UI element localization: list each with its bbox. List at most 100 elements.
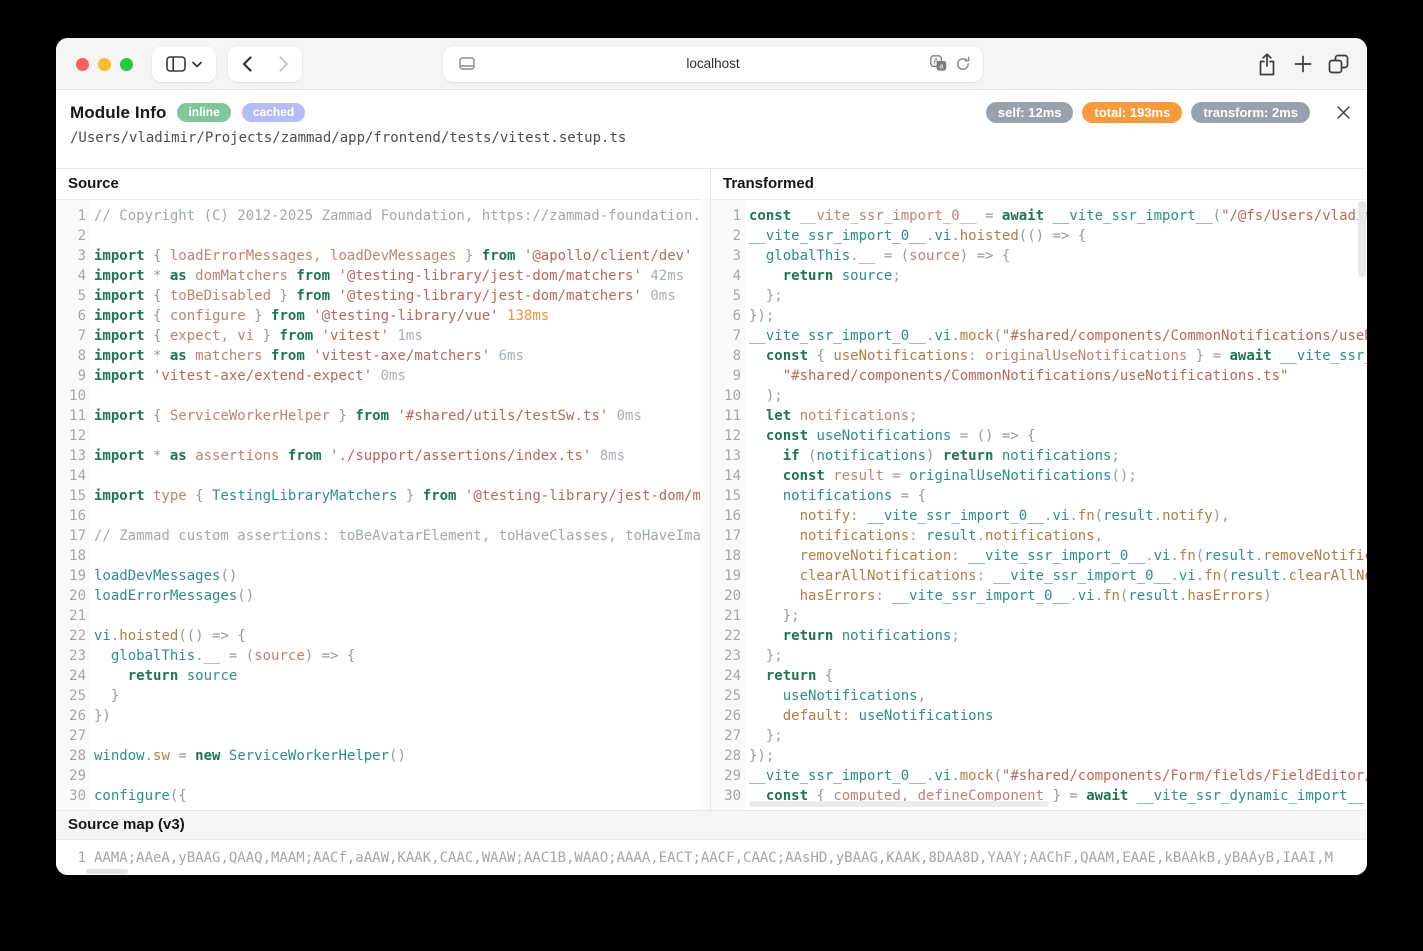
code-line: 13import * as assertions from './support… (56, 446, 710, 466)
chevron-down-icon (192, 61, 202, 68)
navigation-buttons (228, 46, 302, 82)
module-file-path: /Users/vladimir/Projects/zammad/app/fron… (70, 130, 1353, 146)
window-controls[interactable] (76, 58, 133, 71)
code-line: 16 notify: __vite_ssr_import_0__.vi.fn(r… (711, 506, 1367, 526)
code-line: 20loadErrorMessages() (56, 586, 710, 606)
code-line: 1// Copyright (C) 2012-2025 Zammad Found… (56, 206, 710, 226)
url-text: localhost (443, 46, 983, 82)
transformed-horizontal-scrollbar[interactable] (749, 801, 1049, 807)
share-icon[interactable] (1253, 52, 1281, 76)
code-line: 15 notifications = { (711, 486, 1367, 506)
code-line: 29__vite_ssr_import_0__.vi.mock("#shared… (711, 766, 1367, 786)
code-line: 22 return notifications; (711, 626, 1367, 646)
sourcemap-mappings: AAMA;AAeA,yBAAG,QAAQ,MAAM;AACf,aAAW,KAAK… (94, 848, 1333, 875)
code-line: 21 (56, 606, 710, 626)
sourcemap-horizontal-scrollbar[interactable] (86, 869, 128, 874)
code-line: 25 } (56, 686, 710, 706)
address-bar[interactable]: localhost A a (443, 46, 983, 82)
code-line: 12 const useNotifications = () => { (711, 426, 1367, 446)
code-line: 7__vite_ssr_import_0__.vi.mock("#shared/… (711, 326, 1367, 346)
code-line: 1const __vite_ssr_import_0__ = await __v… (711, 206, 1367, 226)
transformed-code[interactable]: 1const __vite_ssr_import_0__ = await __v… (711, 200, 1367, 810)
code-line: 17 notifications: result.notifications, (711, 526, 1367, 546)
forward-button[interactable] (265, 46, 302, 82)
translate-icon[interactable]: A a (930, 55, 947, 72)
code-line: 20 hasErrors: __vite_ssr_import_0__.vi.f… (711, 586, 1367, 606)
code-line: 12 (56, 426, 710, 446)
desktop-background: localhost A a (0, 0, 1423, 951)
sourcemap-title: Source map (v3) (56, 811, 1367, 840)
source-code[interactable]: 1// Copyright (C) 2012-2025 Zammad Found… (56, 200, 710, 810)
code-line: 9 "#shared/components/CommonNotification… (711, 366, 1367, 386)
code-line: 26 default: useNotifications (711, 706, 1367, 726)
code-line: 25 useNotifications, (711, 686, 1367, 706)
source-panel: Source 1// Copyright (C) 2012-2025 Zamma… (56, 169, 711, 810)
code-line: 29 (56, 766, 710, 786)
code-line: 23 }; (711, 646, 1367, 666)
code-line: 15import type { TestingLibraryMatchers }… (56, 486, 710, 506)
back-button[interactable] (228, 46, 265, 82)
safari-window: localhost A a (56, 38, 1367, 875)
transformed-vertical-scrollbar[interactable] (1358, 201, 1366, 277)
code-line: 19 clearAllNotifications: __vite_ssr_imp… (711, 566, 1367, 586)
code-line: 5import { toBeDisabled } from '@testing-… (56, 286, 710, 306)
tab-overview-icon[interactable] (1324, 52, 1352, 76)
timing-badges: self: 12ms total: 193ms transform: 2ms (977, 102, 1310, 123)
reload-icon[interactable] (955, 56, 971, 72)
sidebar-toggle-button[interactable] (152, 46, 216, 82)
close-window-button[interactable] (76, 58, 89, 71)
code-line: 17// Zammad custom assertions: toBeAvata… (56, 526, 710, 546)
code-line: 10 (56, 386, 710, 406)
code-line: 21 }; (711, 606, 1367, 626)
minimize-window-button[interactable] (98, 58, 111, 71)
timing-badge: self: 12ms (986, 102, 1074, 123)
timing-badge: transform: 2ms (1191, 102, 1310, 123)
code-line: 4 return source; (711, 266, 1367, 286)
sourcemap-section: Source map (v3) 1 AAMA;AAeA,yBAAG,QAAQ,M… (56, 810, 1367, 875)
transformed-panel-title: Transformed (711, 169, 1367, 200)
code-line: 3 globalThis.__ = (source) => { (711, 246, 1367, 266)
close-icon[interactable] (1336, 105, 1351, 120)
new-tab-icon[interactable] (1289, 52, 1317, 76)
code-line: 26}) (56, 706, 710, 726)
code-line: 13 if (notifications) return notificatio… (711, 446, 1367, 466)
code-line: 2 (56, 226, 710, 246)
page-title: Module Info (70, 103, 166, 123)
code-line: 8import * as matchers from 'vitest-axe/m… (56, 346, 710, 366)
code-line: 24 return { (711, 666, 1367, 686)
module-badge: inline (177, 103, 230, 122)
code-line: 18 removeNotification: __vite_ssr_import… (711, 546, 1367, 566)
code-line: 16 (56, 506, 710, 526)
source-scrollbar-track[interactable] (700, 199, 710, 810)
code-line: 3import { loadErrorMessages, loadDevMess… (56, 246, 710, 266)
code-panels: Source 1// Copyright (C) 2012-2025 Zamma… (56, 168, 1367, 810)
code-line: 23 globalThis.__ = (source) => { (56, 646, 710, 666)
zoom-window-button[interactable] (120, 58, 133, 71)
sidebar-icon (166, 56, 186, 72)
browser-toolbar: localhost A a (56, 38, 1367, 90)
code-line: 6}); (711, 306, 1367, 326)
code-line: 19loadDevMessages() (56, 566, 710, 586)
sourcemap-line-number: 1 (56, 848, 86, 875)
code-line: 18 (56, 546, 710, 566)
module-badge: cached (242, 103, 305, 122)
transformed-panel: Transformed 1const __vite_ssr_import_0__… (711, 169, 1367, 810)
module-badges: inline cached (166, 103, 305, 122)
module-header: Module Info inline cached self: 12ms total… (56, 90, 1367, 168)
code-line: 11import { ServiceWorkerHelper } from '#… (56, 406, 710, 426)
code-line: 14 const result = originalUseNotificatio… (711, 466, 1367, 486)
code-line: 2__vite_ssr_import_0__.vi.hoisted(() => … (711, 226, 1367, 246)
code-line: 27 }; (711, 726, 1367, 746)
code-line: 6import { configure } from '@testing-lib… (56, 306, 710, 326)
code-line: 9import 'vitest-axe/extend-expect' 0ms (56, 366, 710, 386)
code-line: 10 ); (711, 386, 1367, 406)
timing-badge: total: 193ms (1082, 102, 1182, 123)
sourcemap-line[interactable]: 1 AAMA;AAeA,yBAAG,QAAQ,MAAM;AACf,aAAW,KA… (56, 840, 1367, 875)
code-line: 11 let notifications; (711, 406, 1367, 426)
vite-inspect-page: Module Info inline cached self: 12ms total… (56, 90, 1367, 875)
code-line: 24 return source (56, 666, 710, 686)
code-line: 28}); (711, 746, 1367, 766)
code-line: 14 (56, 466, 710, 486)
code-line: 27 (56, 726, 710, 746)
code-line: 8 const { useNotifications: originalUseN… (711, 346, 1367, 366)
